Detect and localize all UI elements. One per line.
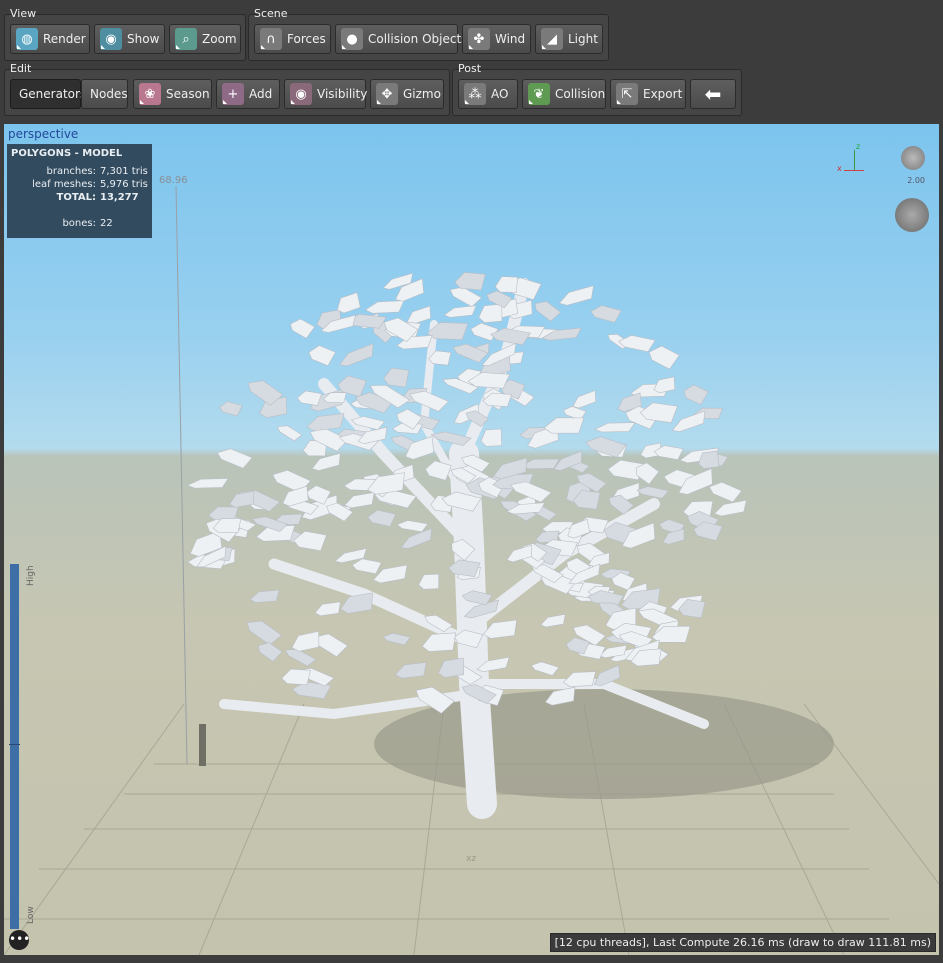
view-group-label: View: [10, 7, 37, 20]
add-button-label: Add: [249, 87, 273, 101]
visibility-button-label: Visibility: [317, 87, 368, 101]
render-button[interactable]: ◍ Render: [10, 24, 90, 54]
ao-button-label: AO: [491, 87, 509, 101]
ao-button[interactable]: ⁂ AO: [458, 79, 518, 109]
height-ruler: [175, 185, 188, 765]
stats-row-leaf-meshes: leaf meshes: 5,976 tris: [32, 179, 148, 190]
fan-icon: ✤: [468, 28, 490, 50]
viewport[interactable]: perspective POLYGONS - MODEL branches: 7,…: [4, 124, 939, 955]
height-label: 68.96: [159, 175, 188, 186]
generators-tab[interactable]: Generators: [10, 79, 86, 109]
gizmo-icon: ✥: [376, 83, 398, 105]
wind-button[interactable]: ✤ Wind: [462, 24, 531, 54]
zoom-readout: 2.00: [907, 176, 925, 185]
collision-button-label: Collision: [555, 87, 606, 101]
wind-button-label: Wind: [495, 32, 526, 46]
gizmo-button[interactable]: ✥ Gizmo: [370, 79, 444, 109]
season-button-label: Season: [166, 87, 210, 101]
show-button[interactable]: ◉ Show: [94, 24, 165, 54]
add-button[interactable]: + Add: [216, 79, 280, 109]
magnifier-icon: ⌕: [175, 28, 197, 50]
scale-high-label: High: [26, 565, 36, 586]
axis-x-label: x: [837, 164, 842, 173]
export-button-label: Export: [643, 87, 683, 101]
forces-button-label: Forces: [287, 32, 326, 46]
eye-icon: ◉: [290, 83, 312, 105]
stats-row-total: TOTAL: 13,277: [56, 192, 139, 203]
edit-group-label: Edit: [10, 62, 32, 75]
export-icon: ⇱: [616, 83, 638, 105]
render-button-label: Render: [43, 32, 86, 46]
stats-row-branches: branches: 7,301 tris: [46, 166, 148, 177]
leaf-icon: ❦: [528, 83, 550, 105]
lod-scale-bar[interactable]: [9, 564, 20, 929]
back-arrow-icon: ⬅: [704, 82, 722, 106]
collision-objects-button-label: Collision Objects: [368, 32, 468, 46]
viewport-menu-button[interactable]: •••: [9, 930, 30, 950]
season-icon: ❀: [139, 83, 161, 105]
globe-icon: ◍: [16, 28, 38, 50]
magnet-icon: ∩: [260, 28, 282, 50]
stats-header: POLYGONS - MODEL: [11, 148, 123, 159]
post-group-label: Post: [458, 62, 482, 75]
ground-label: xz: [466, 854, 477, 864]
season-button[interactable]: ❀ Season: [133, 79, 212, 109]
human-scale-figure: [199, 724, 206, 766]
viewport-scene: [4, 185, 939, 955]
eye-icon: ◉: [100, 28, 122, 50]
nodes-tab-label: Nodes: [90, 87, 128, 101]
scale-low-label: Low: [26, 906, 36, 924]
zoom-button-label: Zoom: [202, 32, 237, 46]
axis-z-label: z: [856, 142, 861, 151]
export-button[interactable]: ⇱ Export: [610, 79, 686, 109]
polygon-stats-panel: POLYGONS - MODEL branches: 7,301 tris lea…: [7, 144, 152, 238]
zoom-button[interactable]: ⌕ Zoom: [169, 24, 241, 54]
sphere-icon: ●: [341, 28, 363, 50]
axis-gizmo[interactable]: z x: [837, 142, 869, 176]
back-button[interactable]: ⬅: [690, 79, 736, 109]
generators-tab-label: Generators: [19, 87, 87, 101]
add-node-icon: +: [222, 83, 244, 105]
show-button-label: Show: [127, 32, 160, 46]
collision-objects-button[interactable]: ● Collision Objects: [335, 24, 467, 54]
ao-icon: ⁂: [464, 83, 486, 105]
status-bar: [12 cpu threads], Last Compute 26.16 ms …: [549, 933, 936, 952]
viewport-title: perspective: [8, 127, 79, 141]
stats-row-bones: bones: 22: [62, 218, 113, 229]
scene-group-label: Scene: [254, 7, 288, 20]
lamp-icon: ◢: [541, 28, 563, 50]
nodes-tab[interactable]: Nodes: [81, 79, 128, 109]
camera-orbit-icon[interactable]: [901, 146, 925, 170]
forces-button[interactable]: ∩ Forces: [254, 24, 331, 54]
collision-button[interactable]: ❦ Collision: [522, 79, 606, 109]
light-button[interactable]: ◢ Light: [535, 24, 603, 54]
visibility-button[interactable]: ◉ Visibility: [284, 79, 368, 109]
light-button-label: Light: [568, 32, 598, 46]
view-cube-icon[interactable]: [895, 198, 929, 232]
gizmo-button-label: Gizmo: [403, 87, 441, 101]
